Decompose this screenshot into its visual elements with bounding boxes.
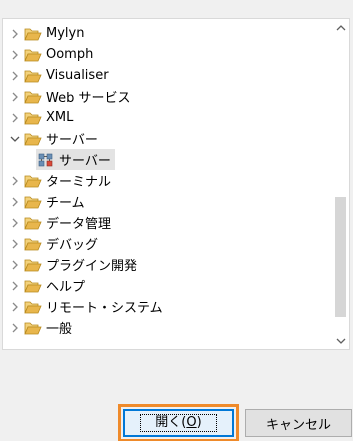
tree-item-plugin-development[interactable]: プラグイン開発 — [3, 254, 331, 275]
tree-item-mylyn[interactable]: Mylyn — [3, 23, 331, 44]
scroll-up-arrow-icon[interactable] — [332, 19, 349, 36]
tree-item-label: Web サービス — [46, 91, 131, 106]
chevron-right-icon[interactable] — [9, 217, 21, 229]
cancel-button[interactable]: キャンセル — [245, 409, 352, 437]
tree-item-label: デバッグ — [46, 238, 99, 253]
tree-item-label: ヘルプ — [46, 280, 86, 295]
folder-open-icon — [24, 132, 42, 146]
server-icon — [38, 153, 54, 167]
vertical-scrollbar[interactable] — [332, 19, 349, 349]
folder-open-icon — [24, 69, 42, 83]
preferences-tree[interactable]: Mylyn Oomph Visualiser Web サービス XML サーバー… — [2, 18, 350, 350]
chevron-right-icon[interactable] — [9, 301, 21, 313]
folder-open-icon — [24, 237, 42, 251]
folder-open-icon — [24, 300, 42, 314]
chevron-right-icon[interactable] — [9, 322, 21, 334]
tree-item-team[interactable]: チーム — [3, 191, 331, 212]
folder-open-icon — [24, 48, 42, 62]
tree-item-general[interactable]: 一般 — [3, 317, 331, 338]
chevron-right-icon[interactable] — [9, 49, 21, 61]
scrollbar-thumb[interactable] — [335, 197, 346, 317]
folder-open-icon — [24, 216, 42, 230]
tree-item-label: リモート・システム — [46, 301, 163, 316]
scroll-down-arrow-icon[interactable] — [332, 332, 349, 349]
chevron-right-icon[interactable] — [9, 91, 21, 103]
open-button-label: 開く(O) — [140, 414, 217, 432]
chevron-right-icon[interactable] — [9, 196, 21, 208]
open-button[interactable]: 開く(O) — [118, 404, 239, 441]
folder-open-icon — [24, 321, 42, 335]
tree-item-label: データ管理 — [46, 217, 112, 232]
chevron-right-icon[interactable] — [9, 70, 21, 82]
chevron-right-icon[interactable] — [9, 259, 21, 271]
tree-item-label: ターミナル — [46, 175, 112, 190]
tree-item-label: XML — [46, 110, 74, 125]
tree-item-label: 一般 — [46, 322, 73, 337]
tree-item-web-services[interactable]: Web サービス — [3, 86, 331, 107]
chevron-right-icon[interactable] — [9, 175, 21, 187]
tree-item-label: チーム — [46, 196, 85, 211]
tree-item-label: サーバー — [46, 133, 98, 148]
folder-open-icon — [24, 195, 42, 209]
tree-item-data-management[interactable]: データ管理 — [3, 212, 331, 233]
folder-open-icon — [24, 90, 42, 104]
chevron-down-icon[interactable] — [9, 133, 21, 145]
tree-item-label: サーバー — [59, 154, 111, 169]
tree-item-help[interactable]: ヘルプ — [3, 275, 331, 296]
tree-item-server[interactable]: サーバー — [3, 128, 331, 149]
tree-item-label: プラグイン開発 — [46, 259, 138, 274]
folder-open-icon — [24, 258, 42, 272]
folder-open-icon — [24, 279, 42, 293]
tree-item-oomph[interactable]: Oomph — [3, 44, 331, 65]
folder-open-icon — [24, 174, 42, 188]
tree-item-label: Oomph — [46, 47, 94, 62]
chevron-right-icon[interactable] — [9, 112, 21, 124]
tree-item-visualiser[interactable]: Visualiser — [3, 65, 331, 86]
chevron-right-icon[interactable] — [9, 28, 21, 40]
tree-item-label: Visualiser — [46, 68, 109, 83]
chevron-right-icon[interactable] — [9, 238, 21, 250]
folder-open-icon — [24, 27, 42, 41]
tree-item-label: Mylyn — [46, 26, 85, 41]
tree-item-debug[interactable]: デバッグ — [3, 233, 331, 254]
chevron-right-icon[interactable] — [9, 280, 21, 292]
selected-item-highlight: サーバー — [36, 149, 115, 170]
tree-item-terminal[interactable]: ターミナル — [3, 170, 331, 191]
tree-item-remote-systems[interactable]: リモート・システム — [3, 296, 331, 317]
tree-item-xml[interactable]: XML — [3, 107, 331, 128]
tree-list: Mylyn Oomph Visualiser Web サービス XML サーバー… — [3, 19, 331, 349]
folder-open-icon — [24, 111, 42, 125]
tree-item-server-child[interactable]: サーバー — [36, 149, 331, 170]
